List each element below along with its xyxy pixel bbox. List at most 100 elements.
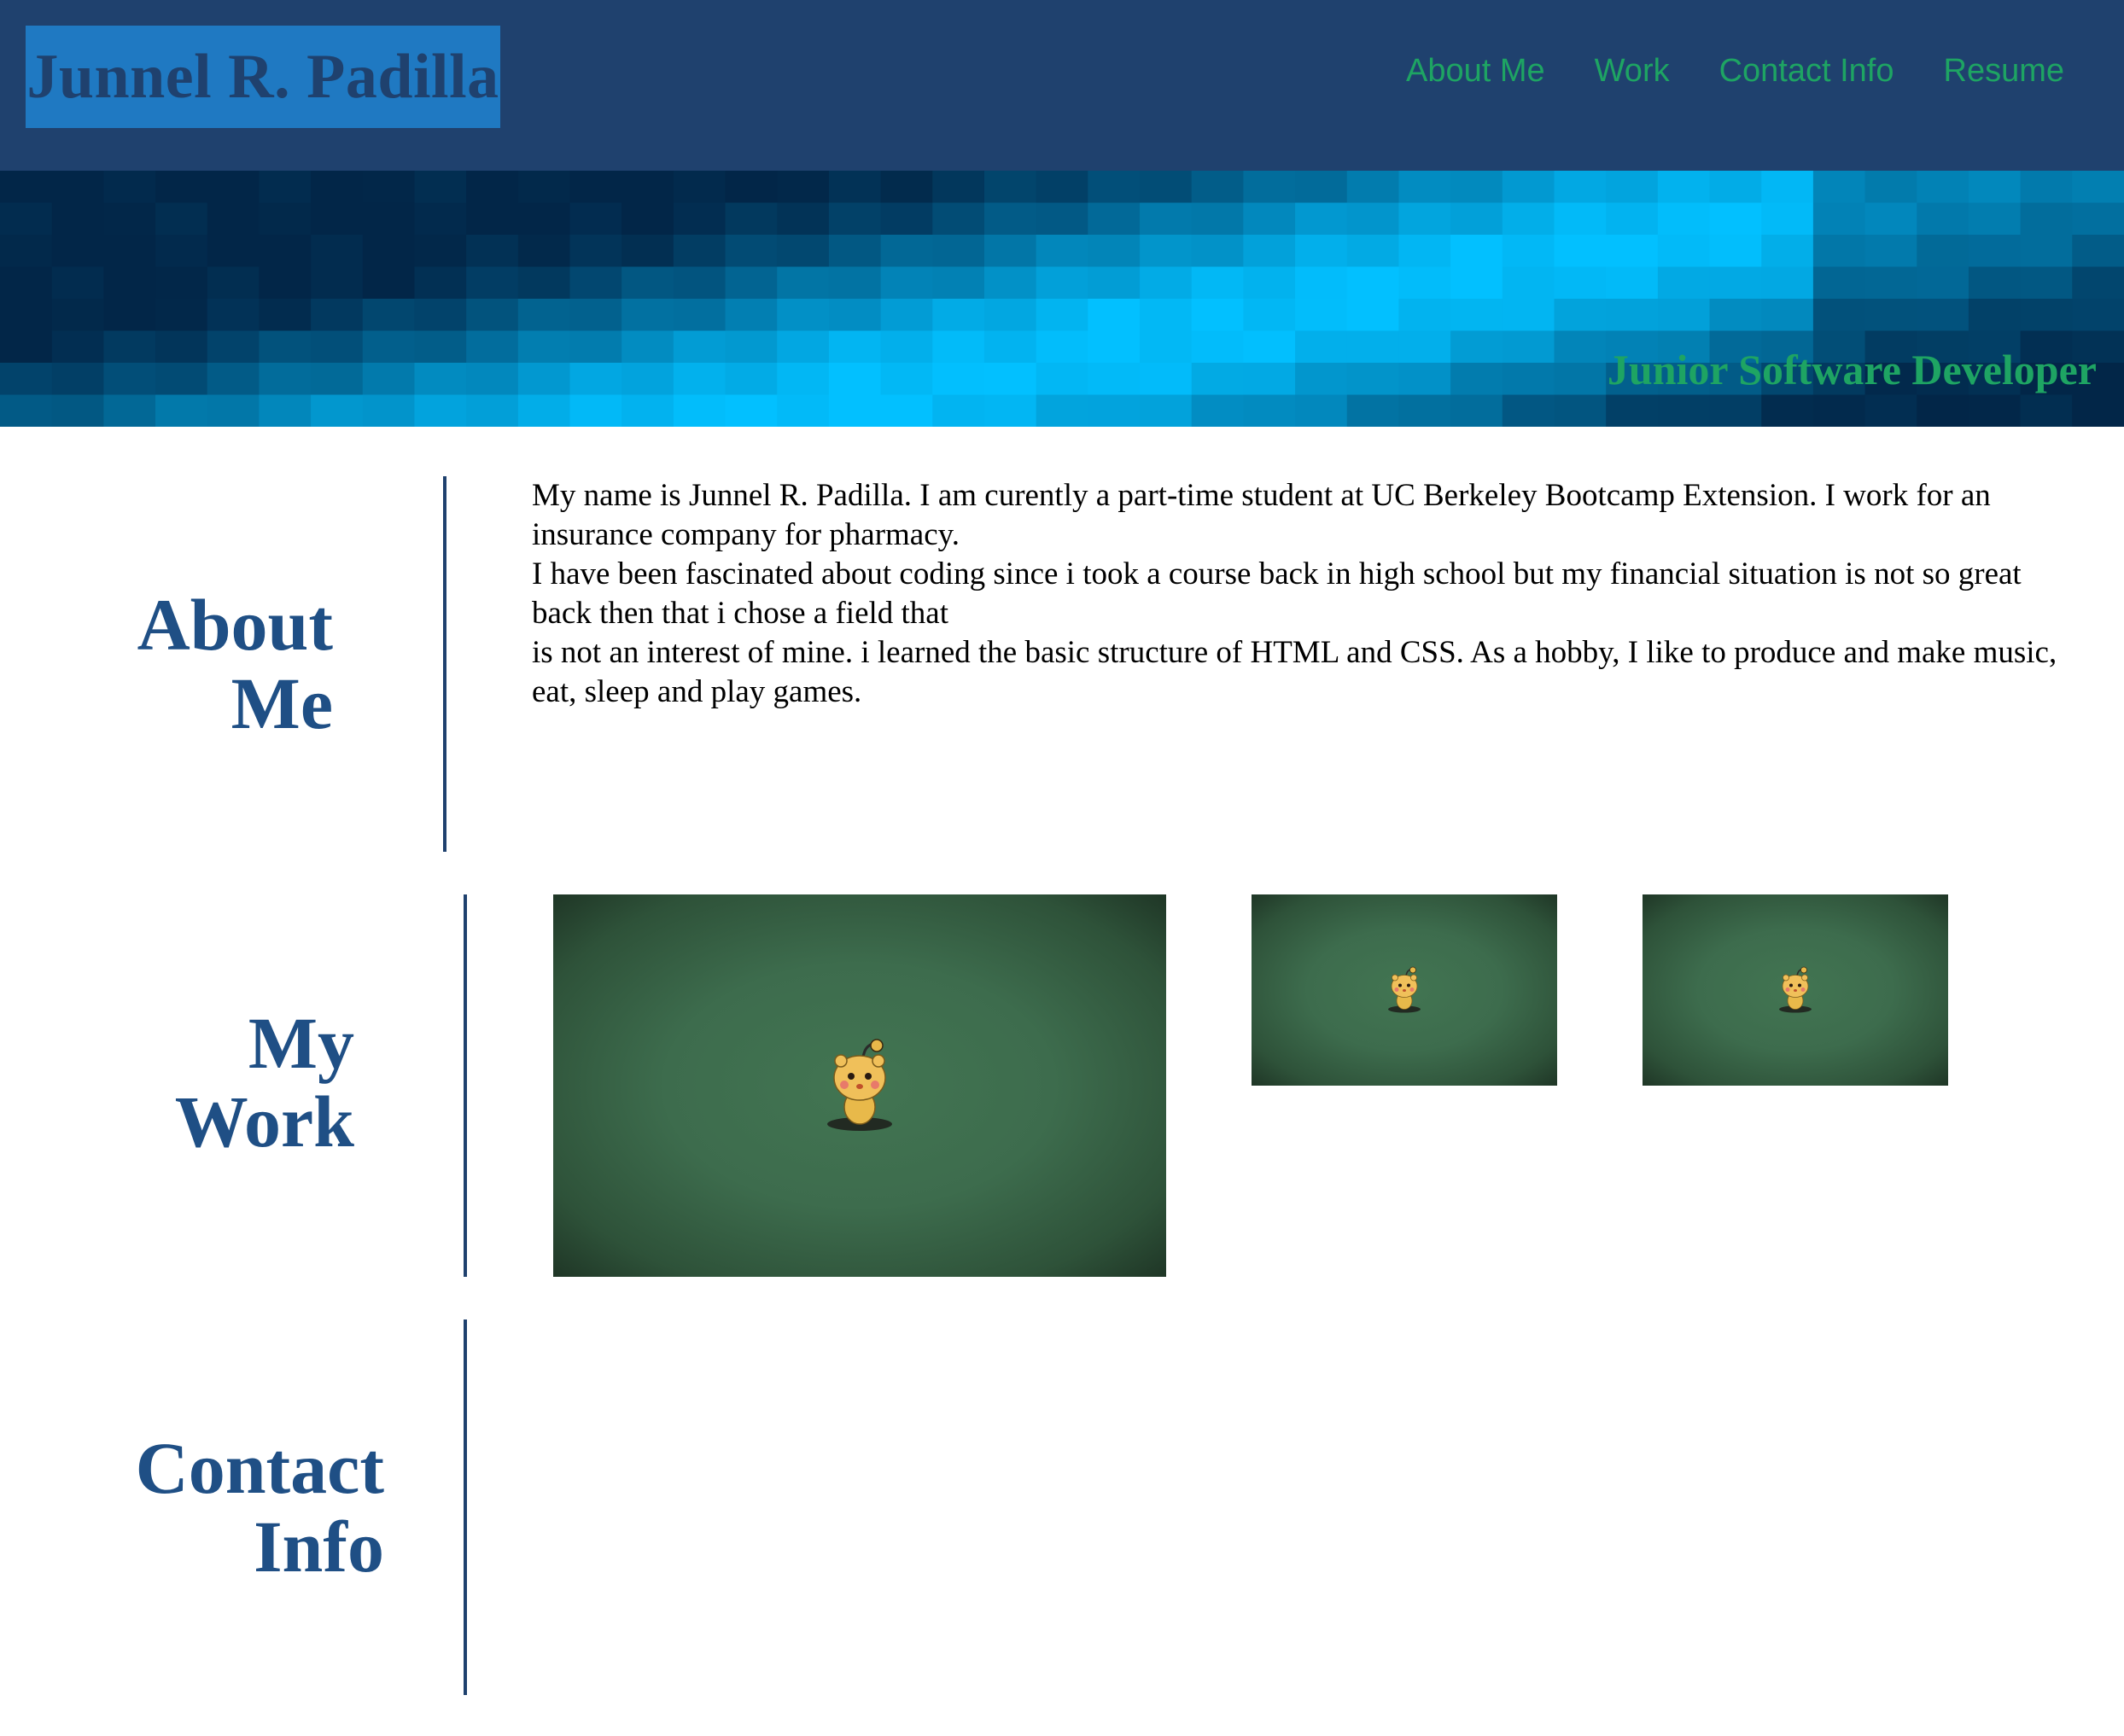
mosaic-tile: [103, 299, 156, 332]
mosaic-tile: [1088, 266, 1141, 300]
mosaic-tile: [569, 266, 622, 300]
mosaic-tile: [1554, 394, 1607, 427]
mosaic-tile: [466, 363, 519, 396]
main-nav: About Me Work Contact Info Resume: [1406, 53, 2064, 90]
mosaic-tile: [673, 299, 726, 332]
mosaic-tile: [725, 235, 778, 268]
mosaic-tile: [0, 394, 53, 427]
mosaic-tile: [466, 330, 519, 364]
mosaic-tile: [1295, 394, 1348, 427]
mosaic-tile: [517, 363, 571, 396]
mosaic-tile: [1295, 266, 1348, 300]
site-header: Junnel R. Padilla About Me Work Contact …: [0, 0, 2124, 171]
project-thumbnail[interactable]: [1252, 894, 1557, 1086]
mosaic-tile: [1191, 299, 1244, 332]
mosaic-tile: [880, 171, 933, 204]
mosaic-tile: [1502, 299, 1555, 332]
mosaic-tile: [1346, 235, 1400, 268]
mosaic-tile: [0, 299, 53, 332]
mosaic-tile: [207, 330, 260, 364]
mosaic-tile: [51, 235, 104, 268]
mosaic-tile: [1761, 299, 1814, 332]
mosaic-tile: [155, 235, 208, 268]
mosaic-tile: [1864, 299, 1917, 332]
mosaic-tile: [1761, 235, 1814, 268]
mosaic-tile: [673, 171, 726, 204]
mosaic-tile: [517, 299, 571, 332]
mosaic-tile: [621, 202, 674, 236]
mosaic-tile: [103, 202, 156, 236]
nav-link-resume[interactable]: Resume: [1944, 53, 2065, 90]
mosaic-tile: [1036, 394, 1088, 427]
mosaic-tile: [1709, 299, 1762, 332]
mosaic-tile: [1812, 394, 1866, 427]
mosaic-tile: [1346, 363, 1400, 396]
mosaic-tile: [1346, 171, 1400, 204]
mosaic-tile: [1606, 266, 1659, 300]
mosaic-tile: [1657, 235, 1711, 268]
mosaic-tile: [1398, 363, 1451, 396]
mosaic-tile: [1502, 394, 1555, 427]
mosaic-tile: [569, 235, 622, 268]
mosaic-tile: [259, 299, 312, 332]
mosaic-tile: [1398, 171, 1451, 204]
mosaic-tile: [2072, 299, 2124, 332]
mosaic-tile: [880, 202, 933, 236]
mosaic-tile: [1450, 235, 1503, 268]
brand-logo-box[interactable]: Junnel R. Padilla: [26, 26, 500, 128]
mosaic-tile: [311, 299, 364, 332]
project-thumbnail[interactable]: [1643, 894, 1948, 1086]
nav-link-work[interactable]: Work: [1595, 53, 1670, 90]
mosaic-tile: [1450, 202, 1503, 236]
mosaic-tile: [362, 266, 416, 300]
mosaic-tile: [1295, 299, 1348, 332]
mosaic-tile: [569, 202, 622, 236]
mosaic-tile: [932, 235, 985, 268]
mosaic-tile: [207, 235, 260, 268]
mosaic-tile: [1088, 330, 1141, 364]
mosaic-tile: [1346, 299, 1400, 332]
mosaic-tile: [1761, 202, 1814, 236]
mosaic-tile: [725, 330, 778, 364]
mosaic-tile: [1502, 266, 1555, 300]
mosaic-tile: [207, 171, 260, 204]
mosaic-tile: [103, 394, 156, 427]
mosaic-tile: [880, 299, 933, 332]
mosaic-tile: [932, 299, 985, 332]
mosaic-tile: [1346, 330, 1400, 364]
mosaic-tile: [1191, 330, 1244, 364]
mosaic-tile: [621, 171, 674, 204]
nav-link-contact-info[interactable]: Contact Info: [1719, 53, 1894, 90]
mosaic-tile: [932, 266, 985, 300]
mosaic-tile: [362, 299, 416, 332]
mosaic-tile: [259, 266, 312, 300]
nav-link-about-me[interactable]: About Me: [1406, 53, 1545, 90]
mosaic-tile: [414, 330, 467, 364]
mosaic-tile: [517, 235, 571, 268]
mosaic-tile: [1450, 171, 1503, 204]
mosaic-tile: [207, 363, 260, 396]
mosaic-tile: [673, 266, 726, 300]
project-thumbnail[interactable]: [553, 894, 1166, 1277]
mosaic-tile: [1191, 235, 1244, 268]
mosaic-tile: [1088, 394, 1141, 427]
mosaic-tile: [569, 330, 622, 364]
mosaic-tile: [1140, 299, 1193, 332]
mosaic-tile: [1191, 363, 1244, 396]
mosaic-tile: [1864, 394, 1917, 427]
mosaic-tile: [311, 330, 364, 364]
mosaic-tile: [983, 171, 1037, 204]
mosaic-tile: [0, 330, 53, 364]
mosaic-tile: [311, 171, 364, 204]
mosaic-tile: [311, 394, 364, 427]
mosaic-tile: [311, 363, 364, 396]
contact-heading-line2: Info: [254, 1506, 384, 1587]
mosaic-tile: [725, 394, 778, 427]
mosaic-tile: [1243, 266, 1296, 300]
mosaic-tile: [466, 266, 519, 300]
mosaic-tile: [1606, 171, 1659, 204]
mosaic-tile: [828, 330, 882, 364]
mosaic-tile: [828, 171, 882, 204]
mosaic-tile: [1140, 202, 1193, 236]
mosaic-tile: [466, 171, 519, 204]
